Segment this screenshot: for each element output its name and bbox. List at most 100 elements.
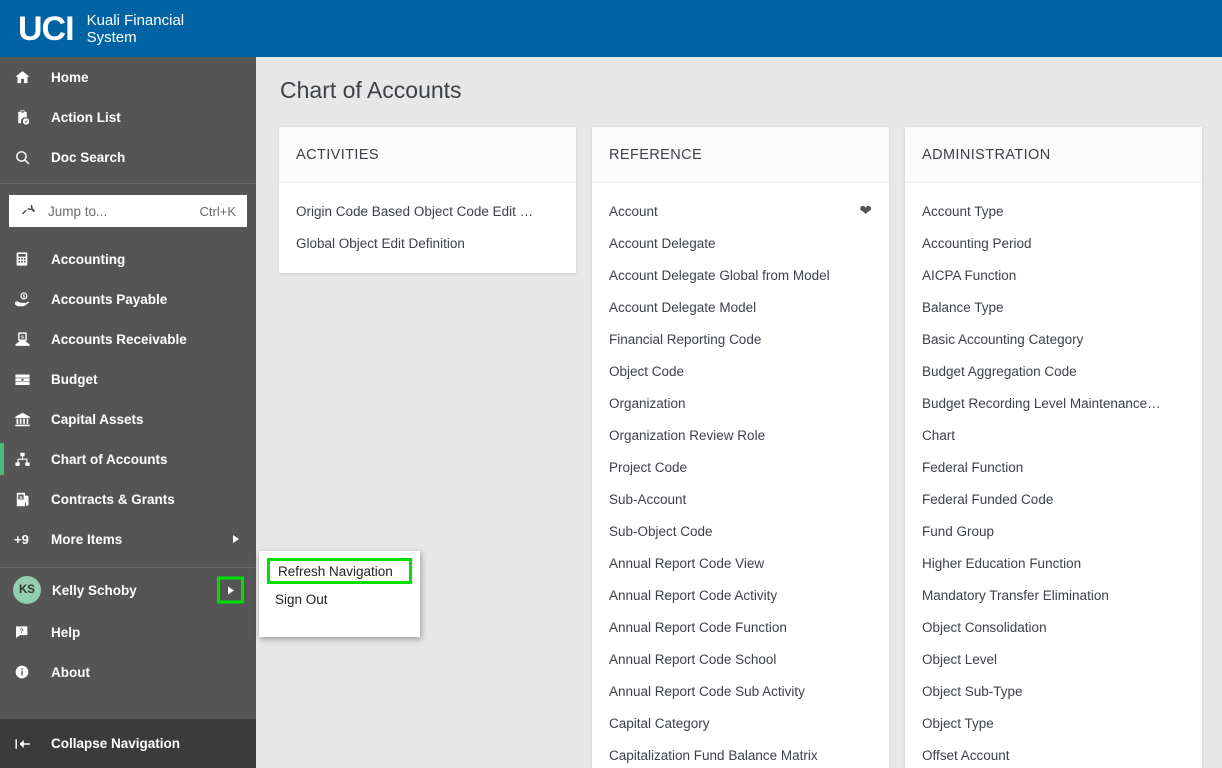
- list-item[interactable]: Capital Category: [592, 707, 889, 739]
- list-item[interactable]: Fund Group: [905, 515, 1202, 547]
- svg-text:$: $: [23, 293, 26, 298]
- sidebar-item-label: Accounts Receivable: [51, 331, 187, 347]
- help-bubble-icon: ?: [14, 624, 42, 640]
- list-item[interactable]: Annual Report Code School: [592, 643, 889, 675]
- sidebar-item-label: Help: [51, 624, 81, 640]
- list-item[interactable]: Federal Funded Code: [905, 483, 1202, 515]
- user-dropdown-menu: Refresh Navigation Sign Out: [259, 551, 420, 637]
- list-item-label: Federal Function: [922, 459, 1024, 475]
- list-item[interactable]: Organization: [592, 387, 889, 419]
- sidebar-item-home[interactable]: Home: [0, 57, 256, 97]
- sidebar-item-about[interactable]: About: [0, 652, 256, 692]
- uci-logo[interactable]: UCI: [18, 12, 75, 46]
- list-item[interactable]: Object Level: [905, 643, 1202, 675]
- sidebar-item-label: Budget: [51, 371, 98, 387]
- menu-item-sign-out[interactable]: Sign Out: [259, 584, 420, 614]
- list-item[interactable]: Annual Report Code Activity: [592, 579, 889, 611]
- list-item[interactable]: Basic Accounting Category: [905, 323, 1202, 355]
- list-item[interactable]: Higher Education Function: [905, 547, 1202, 579]
- list-item-label: Global Object Edit Definition: [296, 235, 465, 251]
- list-item[interactable]: Object Sub-Type: [905, 675, 1202, 707]
- jump-to-shortcut: Ctrl+K: [199, 203, 236, 219]
- sidebar-user-row[interactable]: KS Kelly Schoby: [0, 568, 256, 612]
- list-item[interactable]: Accounting Period: [905, 227, 1202, 259]
- list-item[interactable]: Federal Function: [905, 451, 1202, 483]
- list-item[interactable]: Annual Report Code Sub Activity: [592, 675, 889, 707]
- card-reference: REFERENCE Account ❤ Account Delegate Acc…: [592, 127, 889, 768]
- list-item-label: Organization: [609, 395, 686, 411]
- sidebar-item-budget[interactable]: Budget: [0, 359, 256, 399]
- list-item-label: Fund Group: [922, 523, 995, 539]
- list-item[interactable]: AICPA Function: [905, 259, 1202, 291]
- list-item[interactable]: Project Code: [592, 451, 889, 483]
- list-item[interactable]: Account Delegate Model: [592, 291, 889, 323]
- list-item[interactable]: Global Object Edit Definition: [279, 227, 576, 259]
- card-heading: REFERENCE: [592, 127, 889, 183]
- list-item-label: Basic Accounting Category: [922, 331, 1084, 347]
- list-item[interactable]: Financial Reporting Code: [592, 323, 889, 355]
- sidebar-item-label: Chart of Accounts: [51, 451, 168, 467]
- sidebar-item-doc-search[interactable]: Doc Search: [0, 137, 256, 177]
- hand-coin-icon: $: [14, 291, 42, 308]
- jump-to-input[interactable]: Jump to... Ctrl+K: [9, 195, 247, 227]
- sidebar-item-label: Contracts & Grants: [51, 491, 175, 507]
- list-item-label: Annual Report Code Function: [609, 619, 787, 635]
- list-item[interactable]: Account Delegate Global from Model: [592, 259, 889, 291]
- list-item[interactable]: Budget Recording Level Maintenance Do...: [905, 387, 1202, 419]
- menu-item-label: Sign Out: [275, 591, 328, 607]
- page-title: Chart of Accounts: [280, 77, 462, 103]
- sidebar-item-help[interactable]: ? Help: [0, 612, 256, 652]
- list-item-label: Object Sub-Type: [922, 683, 1023, 699]
- list-item[interactable]: Object Code: [592, 355, 889, 387]
- list-item[interactable]: Organization Review Role: [592, 419, 889, 451]
- list-item[interactable]: Annual Report Code Function: [592, 611, 889, 643]
- list-item-label: Object Type: [922, 715, 994, 731]
- list-item[interactable]: Account ❤: [592, 195, 889, 227]
- list-item[interactable]: Origin Code Based Object Code Edit De...: [279, 195, 576, 227]
- card-heading: ADMINISTRATION: [905, 127, 1202, 183]
- list-item[interactable]: Capitalization Fund Balance Matrix: [592, 739, 889, 768]
- list-item-label: Object Level: [922, 651, 998, 667]
- list-item-label: Object Consolidation: [922, 619, 1047, 635]
- list-item-label: Object Code: [609, 363, 685, 379]
- chevron-right-icon[interactable]: [233, 535, 239, 543]
- list-item-label: Accounting Period: [922, 235, 1032, 251]
- list-item[interactable]: Mandatory Transfer Elimination: [905, 579, 1202, 611]
- sidebar-item-capital-assets[interactable]: Capital Assets: [0, 399, 256, 439]
- plus-nine-badge: +9: [14, 531, 29, 547]
- sidebar-user-name: Kelly Schoby: [52, 582, 137, 598]
- list-item-label: Annual Report Code View: [609, 555, 765, 571]
- list-item[interactable]: Sub-Account: [592, 483, 889, 515]
- list-item-label: Account Delegate: [609, 235, 716, 251]
- sidebar-item-chart-of-accounts[interactable]: Chart of Accounts: [0, 439, 256, 479]
- sidebar-item-contracts-grants[interactable]: $ Contracts & Grants: [0, 479, 256, 519]
- info-icon: [14, 664, 42, 680]
- sidebar-item-accounts-receivable[interactable]: $ Accounts Receivable: [0, 319, 256, 359]
- user-menu-toggle[interactable]: [217, 576, 244, 604]
- collapse-navigation-button[interactable]: Collapse Navigation: [0, 719, 256, 768]
- sidebar-item-accounting[interactable]: Accounting: [0, 239, 256, 279]
- contract-icon: $: [14, 491, 42, 508]
- list-item[interactable]: Object Type: [905, 707, 1202, 739]
- card-link-list: Account Type Accounting Period AICPA Fun…: [905, 183, 1202, 768]
- sidebar-item-action-list[interactable]: Action List: [0, 97, 256, 137]
- sidebar-item-accounts-payable[interactable]: $ Accounts Payable: [0, 279, 256, 319]
- menu-item-refresh-navigation[interactable]: Refresh Navigation: [267, 558, 412, 584]
- calculator-icon: [14, 251, 42, 267]
- sidebar-modules: Accounting $ Accounts Payable $ Accounts…: [0, 237, 256, 559]
- list-item[interactable]: Account Delegate: [592, 227, 889, 259]
- list-item[interactable]: Offset Account: [905, 739, 1202, 768]
- list-item[interactable]: Account Type: [905, 195, 1202, 227]
- list-item[interactable]: Chart: [905, 419, 1202, 451]
- sidebar-item-more-items[interactable]: +9 More Items: [0, 519, 256, 559]
- favorite-heart-icon[interactable]: ❤: [859, 204, 872, 219]
- list-item[interactable]: Object Consolidation: [905, 611, 1202, 643]
- svg-text:?: ?: [20, 628, 24, 635]
- list-item[interactable]: Balance Type: [905, 291, 1202, 323]
- list-item[interactable]: Budget Aggregation Code: [905, 355, 1202, 387]
- svg-text:$: $: [21, 334, 24, 340]
- list-item[interactable]: Annual Report Code View: [592, 547, 889, 579]
- list-item[interactable]: Sub-Object Code: [592, 515, 889, 547]
- menu-item-label: Refresh Navigation: [278, 563, 393, 579]
- list-item-label: Federal Funded Code: [922, 491, 1054, 507]
